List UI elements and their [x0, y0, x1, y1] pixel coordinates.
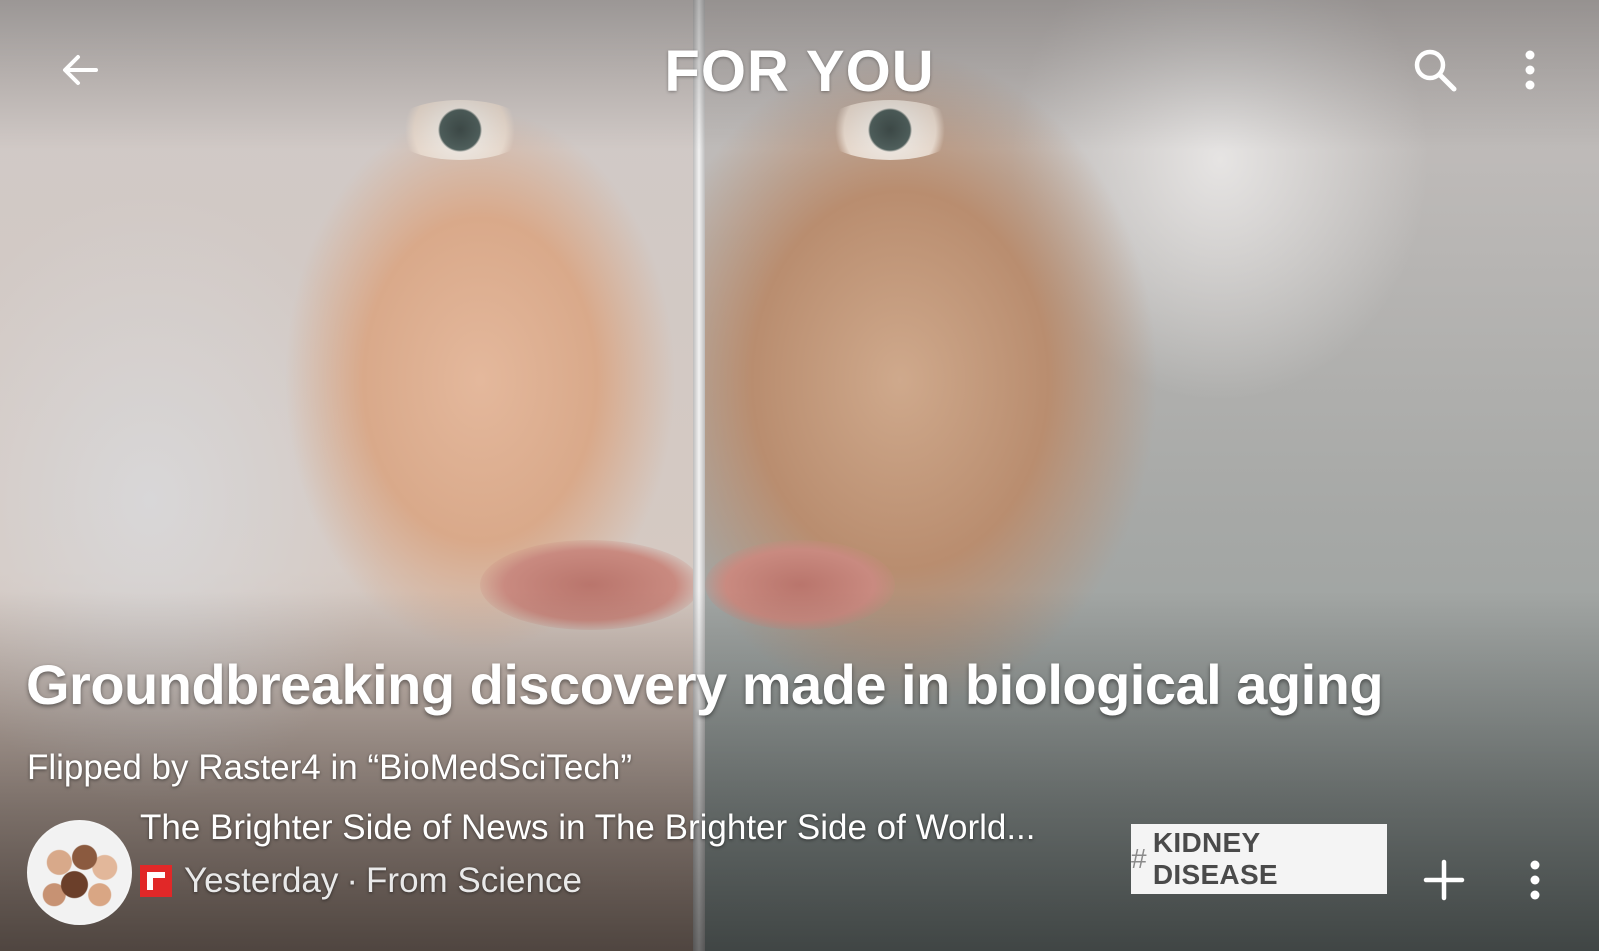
article-headline[interactable]: Groundbreaking discovery made in biologi…	[26, 652, 1384, 717]
flipped-suffix: ”	[620, 748, 632, 787]
meta-separator: ·	[346, 861, 359, 900]
flipped-prefix: Flipped by Raster4 in “	[27, 748, 380, 787]
overflow-menu-button[interactable]	[1500, 40, 1560, 100]
magazine-name[interactable]: BioMedSciTech	[379, 748, 620, 787]
source-avatar[interactable]	[27, 820, 132, 925]
more-vertical-icon	[1530, 860, 1540, 900]
search-button[interactable]	[1405, 40, 1465, 100]
topic-tag-button[interactable]: # KIDNEY DISEASE	[1131, 824, 1387, 894]
search-icon	[1414, 49, 1457, 92]
page-title: FOR YOU	[664, 39, 935, 104]
flipboard-logo-icon	[140, 865, 172, 897]
more-vertical-icon	[1525, 50, 1535, 90]
source-name[interactable]: The Brighter Side of News in The Brighte…	[140, 808, 1036, 848]
add-to-magazine-button[interactable]	[1414, 850, 1474, 910]
article-meta: Yesterday · From Science	[140, 860, 582, 902]
topic-tag-label: KIDNEY DISEASE	[1152, 827, 1278, 890]
flipped-by-line[interactable]: Flipped by Raster4 in “BioMedSciTech”	[27, 748, 632, 788]
hashtag-icon: #	[1131, 843, 1147, 874]
plus-icon	[1423, 859, 1465, 901]
article-more-button[interactable]	[1505, 850, 1565, 910]
publish-time: Yesterday	[184, 861, 339, 900]
article-origin: From Science	[366, 861, 582, 900]
for-you-screen: FOR YOU Groundbreaking discovery made in…	[0, 0, 1599, 951]
